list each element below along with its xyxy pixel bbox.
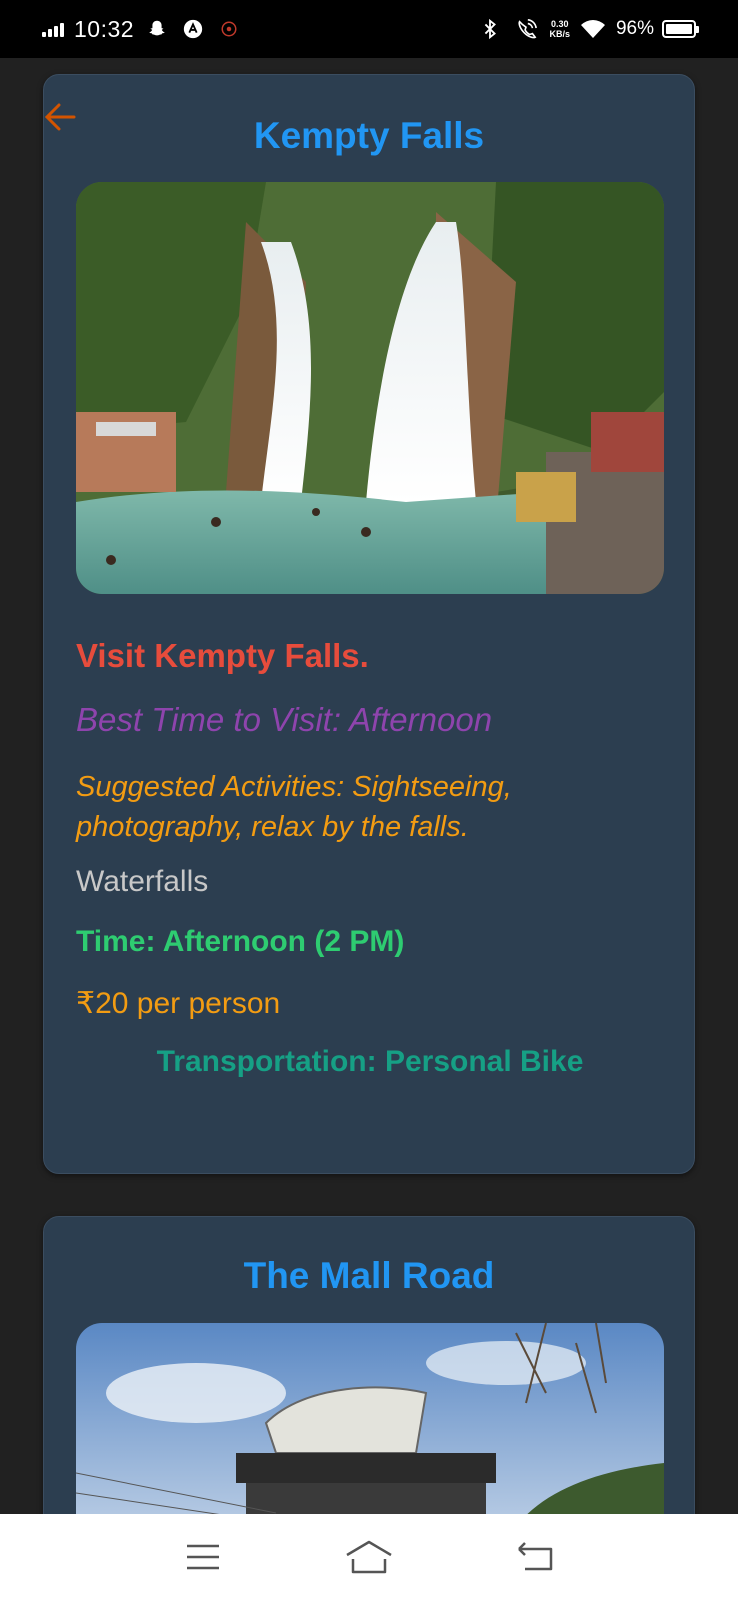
- net-speed-value: 0.30: [550, 19, 569, 29]
- place-category: Waterfalls: [76, 865, 209, 898]
- status-time: 10:32: [74, 15, 135, 42]
- entry-price: ₹20 per person: [76, 987, 281, 1020]
- suggested-activities: Suggested Activities: Sightseeing, photo…: [76, 771, 512, 843]
- wifi-call-icon: [513, 16, 539, 42]
- wifi-icon: [580, 16, 606, 42]
- transportation: Transportation: Personal Bike: [156, 1045, 584, 1078]
- home-button[interactable]: [339, 1527, 399, 1587]
- place-title: Kempty Falls: [253, 115, 485, 156]
- battery-icon: [662, 20, 699, 38]
- place-card: Kempty Falls Visit Kempty Falls. Best Ti…: [43, 74, 695, 1174]
- menu-button[interactable]: [173, 1527, 233, 1587]
- status-bar: 10:32 0.30 KB/s 96%: [0, 0, 738, 58]
- back-button[interactable]: [505, 1527, 565, 1587]
- signal-icon: [42, 21, 64, 37]
- place-photo: [76, 1323, 664, 1514]
- net-speed: 0.30 KB/s: [549, 19, 570, 39]
- battery-level: 96%: [615, 18, 654, 39]
- place-card: The Mall Road: [43, 1216, 695, 1514]
- record-icon: [216, 16, 242, 42]
- bluetooth-icon: [477, 16, 503, 42]
- snapchat-icon: [144, 16, 170, 42]
- place-photo: [76, 182, 664, 594]
- system-nav-bar: [0, 1514, 738, 1600]
- back-icon: [518, 1542, 553, 1571]
- menu-icon: [187, 1544, 219, 1570]
- app-icon: [180, 16, 206, 42]
- net-speed-unit: KB/s: [549, 29, 570, 39]
- place-title: The Mall Road: [243, 1255, 495, 1296]
- visit-time: Time: Afternoon (2 PM): [76, 925, 405, 958]
- best-time: Best Time to Visit: Afternoon: [76, 701, 493, 738]
- visit-heading: Visit Kempty Falls.: [76, 637, 369, 674]
- places-list[interactable]: Kempty Falls Visit Kempty Falls. Best Ti…: [0, 58, 738, 1514]
- home-icon: [346, 1540, 392, 1574]
